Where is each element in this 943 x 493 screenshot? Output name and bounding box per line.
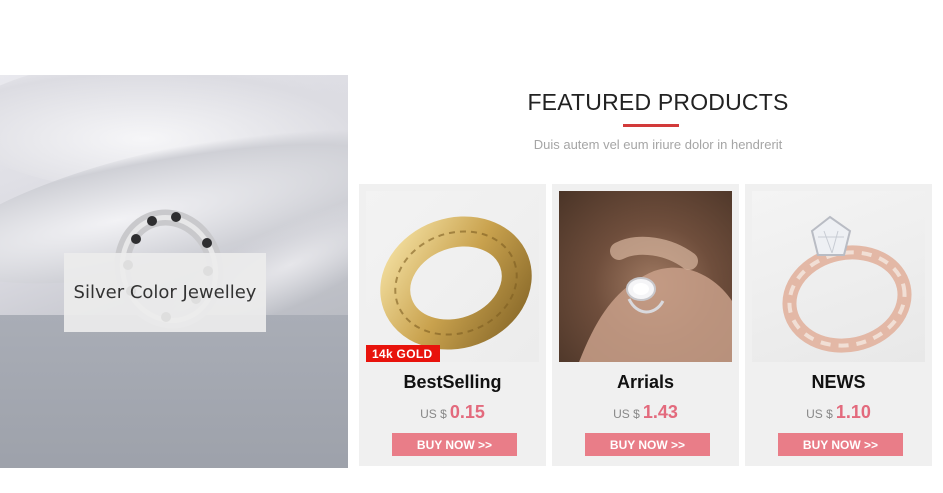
product-card[interactable]: 14k GOLD BestSelling US $0.15 BUY NOW >> <box>359 184 546 466</box>
price-currency: US $ <box>420 407 447 421</box>
product-image[interactable]: 14k GOLD <box>366 191 539 362</box>
product-price: US $1.10 <box>745 402 932 423</box>
price-currency: US $ <box>613 407 640 421</box>
section-subtitle: Duis autem vel eum iriure dolor in hendr… <box>533 137 783 152</box>
product-image[interactable] <box>559 191 732 362</box>
buy-now-button[interactable]: BUY NOW >> <box>778 433 903 456</box>
hero-caption[interactable]: Silver Color Jewelley <box>64 253 266 332</box>
product-price: US $0.15 <box>359 402 546 423</box>
fabric-background <box>0 315 348 468</box>
product-card[interactable]: NEWS US $1.10 BUY NOW >> <box>745 184 932 466</box>
price-value: 1.10 <box>835 402 871 422</box>
title-underline <box>623 124 679 127</box>
buy-now-button[interactable]: BUY NOW >> <box>392 433 517 456</box>
product-card[interactable]: Arrials US $1.43 BUY NOW >> <box>552 184 739 466</box>
hand-ring-image <box>579 236 732 362</box>
price-value: 0.15 <box>449 402 485 422</box>
product-price: US $1.43 <box>552 402 739 423</box>
product-image[interactable] <box>752 191 925 362</box>
product-name[interactable]: BestSelling <box>359 372 546 393</box>
price-value: 1.43 <box>642 402 678 422</box>
gold-ring-image <box>380 216 532 350</box>
rose-gold-ring-image <box>782 215 912 353</box>
buy-now-button[interactable]: BUY NOW >> <box>585 433 710 456</box>
product-name[interactable]: NEWS <box>745 372 932 393</box>
section-title: FEATURED PRODUCTS <box>527 89 789 115</box>
price-currency: US $ <box>806 407 833 421</box>
gold-badge: 14k GOLD <box>366 345 441 362</box>
product-name[interactable]: Arrials <box>552 372 739 393</box>
